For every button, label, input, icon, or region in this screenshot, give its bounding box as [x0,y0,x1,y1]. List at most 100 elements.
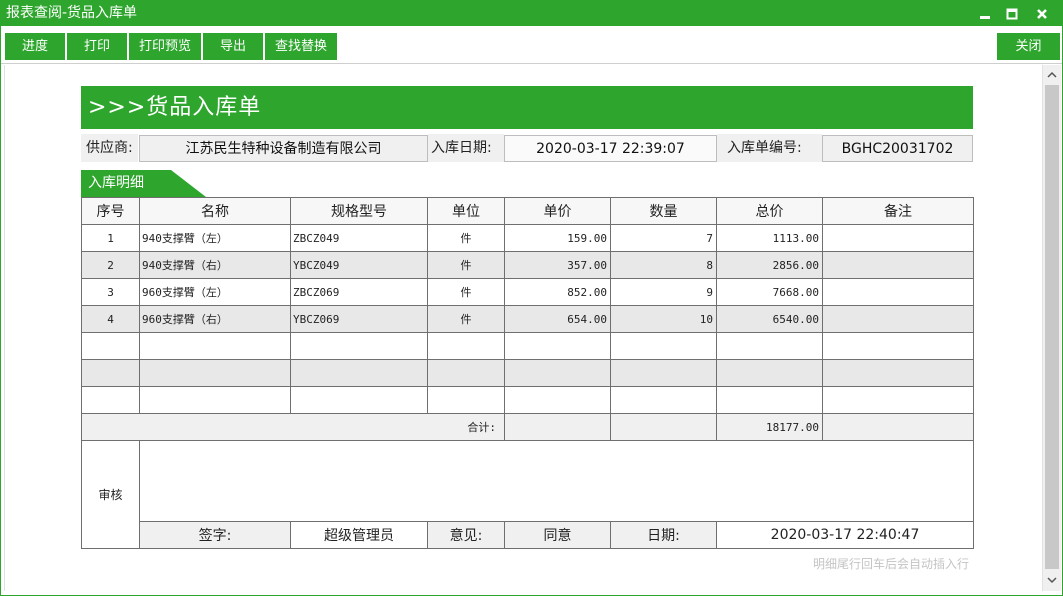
progress-button[interactable]: 进度 [5,33,65,60]
cell-note[interactable] [822,278,974,306]
audit-date-value[interactable]: 2020-03-17 22:40:47 [715,521,975,549]
empty-cell[interactable] [822,332,974,360]
detail-table: 序号 名称 规格型号 单位 单价 数量 总价 备注 1 940支撑臂（左） ZB… [81,197,974,441]
cell-no[interactable]: 3 [81,278,140,306]
vertical-scrollbar[interactable] [1042,65,1061,591]
empty-cell[interactable] [81,386,140,414]
empty-cell[interactable] [139,332,291,360]
cell-price[interactable]: 654.00 [504,305,611,333]
empty-cell[interactable] [139,386,291,414]
print-preview-button[interactable]: 打印预览 [129,33,201,60]
date-field[interactable]: 2020-03-17 22:39:07 [504,135,717,162]
cell-qty[interactable]: 9 [610,278,717,306]
cell-name[interactable]: 940支撑臂（右） [139,251,291,279]
audit-date-label: 日期: [610,521,717,549]
cell-no[interactable]: 1 [81,224,140,252]
close-window-button[interactable] [1029,3,1055,24]
cell-total[interactable]: 7668.00 [716,278,823,306]
empty-row[interactable] [81,386,974,414]
empty-cell[interactable] [427,332,505,360]
empty-row[interactable] [81,359,974,387]
empty-cell[interactable] [139,359,291,387]
empty-cell[interactable] [504,359,611,387]
cell-total[interactable]: 1113.00 [716,224,823,252]
export-button[interactable]: 导出 [203,33,263,60]
table-row[interactable]: 4 960支撑臂（右） YBCZ069 件 654.00 10 6540.00 [81,305,974,333]
total-value: 18177.00 [716,413,823,441]
scroll-thumb[interactable] [1045,85,1059,569]
cell-unit[interactable]: 件 [427,224,505,252]
maximize-button[interactable] [999,3,1025,24]
table-row[interactable]: 2 940支撑臂（右） YBCZ049 件 357.00 8 2856.00 [81,251,974,279]
cell-spec[interactable]: ZBCZ069 [290,278,428,306]
empty-cell[interactable] [427,386,505,414]
cell-note[interactable] [822,251,974,279]
cell-qty[interactable]: 7 [610,224,717,252]
supplier-label: 供应商: [81,134,138,162]
empty-cell[interactable] [716,386,823,414]
cell-no[interactable]: 4 [81,305,140,333]
cell-price[interactable]: 852.00 [504,278,611,306]
cell-name[interactable]: 940支撑臂（左） [139,224,291,252]
cell-price[interactable]: 357.00 [504,251,611,279]
cell-qty[interactable]: 10 [610,305,717,333]
empty-cell[interactable] [290,386,428,414]
report-window: 报表查阅-货品入库单 进度 打印 打印预览 导出 查找替换 关闭 >>>货品入库… [0,0,1063,596]
supplier-field[interactable]: 江苏民生特种设备制造有限公司 [139,135,428,162]
cell-unit[interactable]: 件 [427,251,505,279]
empty-cell[interactable] [504,332,611,360]
empty-cell[interactable] [290,332,428,360]
cell-total[interactable]: 6540.00 [716,305,823,333]
audit-comment-area[interactable] [138,440,975,522]
cell-unit[interactable]: 件 [427,278,505,306]
cell-price[interactable]: 159.00 [504,224,611,252]
detail-tab[interactable]: 入库明细 [81,170,206,197]
find-replace-button[interactable]: 查找替换 [265,33,337,60]
cell-no[interactable]: 2 [81,251,140,279]
number-field[interactable]: BGHC20031702 [822,135,973,162]
empty-cell[interactable] [81,332,140,360]
empty-cell[interactable] [610,359,717,387]
empty-cell[interactable] [427,359,505,387]
close-button[interactable]: 关闭 [997,33,1060,60]
minimize-button[interactable] [972,3,998,24]
audit-label: 审核 [81,440,140,549]
column-header: 数量 [610,197,717,225]
column-header: 总价 [716,197,823,225]
empty-cell[interactable] [716,332,823,360]
empty-cell[interactable] [504,386,611,414]
scroll-up-button[interactable] [1043,66,1061,84]
sign-label: 签字: [139,521,291,549]
toolbar: 进度 打印 打印预览 导出 查找替换 关闭 [1,26,1062,64]
empty-row[interactable] [81,332,974,360]
cell-name[interactable]: 960支撑臂（右） [139,305,291,333]
cell-name[interactable]: 960支撑臂（左） [139,278,291,306]
empty-cell[interactable] [81,359,140,387]
empty-cell[interactable] [610,386,717,414]
cell-note[interactable] [822,305,974,333]
cell-note[interactable] [822,224,974,252]
empty-cell[interactable] [290,359,428,387]
sign-value[interactable]: 超级管理员 [290,521,428,549]
empty-cell[interactable] [822,386,974,414]
print-button[interactable]: 打印 [67,33,127,60]
total-empty-cell [504,413,611,441]
footnote-hint: 明细尾行回车后会自动插入行 [813,557,970,571]
scroll-down-button[interactable] [1043,571,1061,589]
table-row[interactable]: 3 960支撑臂（左） ZBCZ069 件 852.00 9 7668.00 [81,278,974,306]
empty-cell[interactable] [822,359,974,387]
cell-spec[interactable]: YBCZ069 [290,305,428,333]
cell-unit[interactable]: 件 [427,305,505,333]
cell-spec[interactable]: ZBCZ049 [290,224,428,252]
opinion-value[interactable]: 同意 [504,521,611,549]
cell-spec[interactable]: YBCZ049 [290,251,428,279]
close-icon [1037,9,1047,19]
table-row[interactable]: 1 940支撑臂（左） ZBCZ049 件 159.00 7 1113.00 [81,224,974,252]
cell-total[interactable]: 2856.00 [716,251,823,279]
scroll-down-icon [1047,577,1057,584]
empty-cell[interactable] [610,332,717,360]
window-title: 报表查阅-货品入库单 [6,5,138,21]
column-header: 单价 [504,197,611,225]
cell-qty[interactable]: 8 [610,251,717,279]
empty-cell[interactable] [716,359,823,387]
